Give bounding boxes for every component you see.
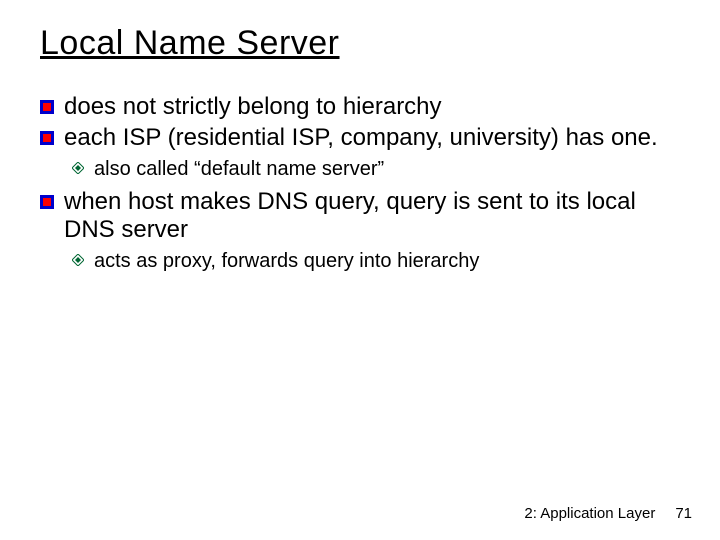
slide: Local Name Server does not strictly belo… [0, 0, 720, 540]
page-number: 71 [675, 505, 692, 522]
square-bullet-icon [40, 195, 54, 209]
slide-title: Local Name Server [40, 24, 680, 63]
sub-bullet-item: also called “default name server” [72, 156, 680, 182]
bullet-item: does not strictly belong to hierarchy [40, 93, 680, 122]
footer-section: 2: Application Layer [524, 505, 655, 522]
bullet-item: when host makes DNS query, query is sent… [40, 188, 680, 246]
sub-bullet-text: acts as proxy, forwards query into hiera… [94, 248, 680, 274]
sub-bullet-item: acts as proxy, forwards query into hiera… [72, 248, 680, 274]
sub-bullet-text: also called “default name server” [94, 156, 680, 182]
slide-footer: 2: Application Layer 71 [524, 505, 692, 522]
bullet-text: when host makes DNS query, query is sent… [64, 188, 680, 246]
diamond-bullet-icon [72, 254, 84, 266]
bullet-text: each ISP (residential ISP, company, univ… [64, 124, 680, 153]
bullet-text: does not strictly belong to hierarchy [64, 93, 680, 122]
square-bullet-icon [40, 100, 54, 114]
square-bullet-icon [40, 131, 54, 145]
bullet-item: each ISP (residential ISP, company, univ… [40, 124, 680, 153]
diamond-bullet-icon [72, 162, 84, 174]
